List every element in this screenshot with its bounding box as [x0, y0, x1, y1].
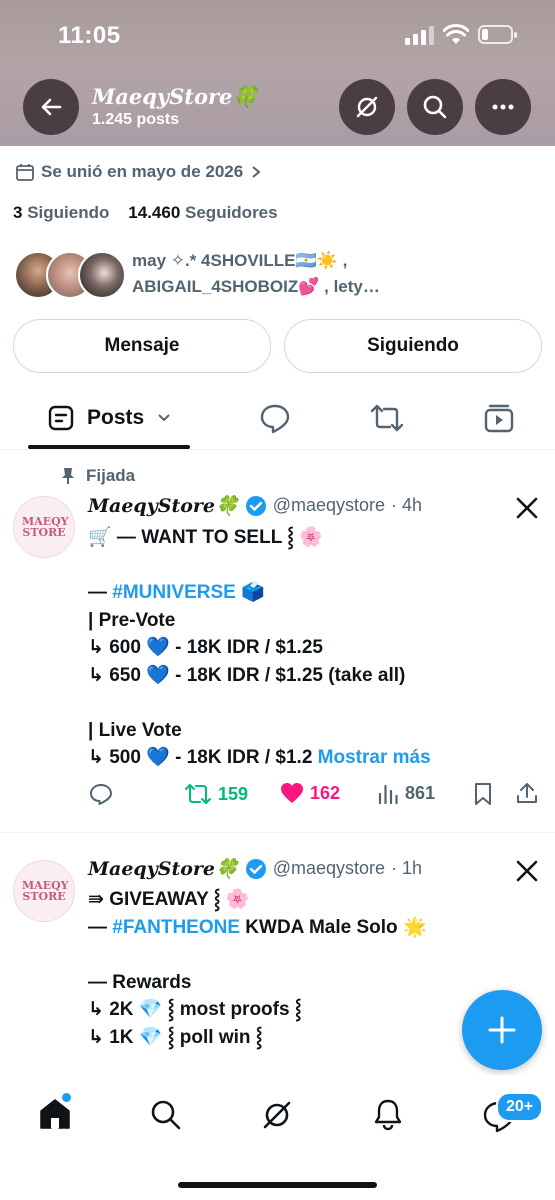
home-indicator: [178, 1182, 377, 1188]
tweet-time[interactable]: · 4h: [391, 495, 422, 516]
verified-badge-icon: [245, 495, 266, 516]
pin-icon: [62, 468, 74, 484]
tweet-line: | Pre-Vote: [88, 609, 176, 631]
more-options-button[interactable]: [475, 79, 531, 135]
tweet-line: ↳ 650 💙 - 18K IDR / $1.25 (take all): [88, 664, 406, 686]
views-count: 861: [405, 782, 436, 803]
tab-posts-label: Posts: [87, 406, 145, 429]
followed-by-line: may ✧.* 4SHOVILLE🇦🇷☀️ ,: [132, 251, 348, 270]
notification-dot: [62, 1093, 71, 1102]
reply-button[interactable]: [89, 782, 113, 806]
tweet-header: 𝑴𝒂𝒆𝒒𝒚𝑺𝒕𝒐𝒓𝒆🍀 @maeqystore · 1h: [88, 857, 422, 880]
tweet-pinned[interactable]: Fijada MAEQY STORE 𝑴𝒂𝒆𝒒𝒚𝑺𝒕𝒐𝒓𝒆🍀 @maeqysto…: [0, 450, 555, 830]
messages-badge: 20+: [496, 1092, 544, 1122]
retweet-count: 159: [218, 783, 249, 804]
avatar: [78, 251, 126, 299]
tab-reposts[interactable]: [370, 402, 404, 434]
followed-by-avatars[interactable]: [14, 251, 126, 299]
heart-icon: [281, 783, 303, 803]
tweet-line: ↳ 1K 💎 ⸾ poll win ⸾: [88, 1026, 263, 1048]
tweet-author-name[interactable]: 𝑴𝒂𝒆𝒒𝒚𝑺𝒕𝒐𝒓𝒆🍀: [88, 857, 239, 880]
views-button[interactable]: 861: [377, 782, 435, 804]
arrow-left-icon: [41, 98, 62, 116]
grok-button[interactable]: [339, 79, 395, 135]
tweet-line: — Rewards: [88, 971, 192, 993]
following-count: 3: [13, 203, 23, 222]
tweet-line: — #FANTHEONE KWDA Male Solo 🌟: [88, 916, 427, 938]
join-date[interactable]: Se unió en mayo de 2026: [15, 162, 263, 182]
tweet-avatar[interactable]: MAEQY STORE: [13, 496, 75, 558]
bookmark-button[interactable]: [473, 782, 493, 806]
tweet-line: ⇛ GIVEAWAY ⸾ 🌸: [88, 889, 250, 910]
nav-grok[interactable]: [260, 1098, 294, 1132]
show-more-link[interactable]: Mostrar más: [318, 747, 431, 768]
tweet-line: | Live Vote: [88, 719, 182, 741]
tweet-body: 🛒 — WANT TO SELL ⸾ 🌸 — #MUNIVERSE 🗳️ | P…: [88, 524, 431, 772]
header-title: 𝑴𝒂𝒆𝒒𝒚𝑺𝒕𝒐𝒓𝒆🍀: [92, 84, 259, 109]
tweet-handle[interactable]: @maeqystore: [273, 495, 385, 516]
hashtag-link[interactable]: #FANTHEONE: [112, 917, 240, 938]
tweet-body: ⇛ GIVEAWAY ⸾ 🌸 — #FANTHEONE KWDA Male So…: [88, 886, 427, 1051]
nav-notifications[interactable]: [372, 1098, 404, 1132]
pinned-label: Fijada: [86, 466, 136, 485]
verified-badge-icon: [245, 858, 266, 879]
avatar-text: MAEQY STORE: [22, 515, 69, 539]
tweet-line: ↳ 2K 💎 ⸾ most proofs ⸾: [88, 999, 302, 1020]
posts-tab-icon: [48, 405, 74, 431]
tweet-handle[interactable]: @maeqystore: [273, 858, 385, 879]
tab-media[interactable]: [483, 402, 515, 434]
status-time: 11:05: [58, 22, 121, 49]
like-button[interactable]: 162: [280, 782, 340, 804]
hashtag-link[interactable]: #MUNIVERSE: [112, 582, 236, 603]
message-button[interactable]: Mensaje: [13, 319, 271, 373]
search-button[interactable]: [407, 79, 463, 135]
nav-home[interactable]: [38, 1093, 72, 1136]
header-post-count: 1.245 posts: [92, 111, 180, 128]
tweet-line: ↳ 600 💙 - 18K IDR / $1.25: [88, 637, 323, 658]
x-logo-icon: [516, 860, 538, 882]
chevron-down-icon: [158, 414, 170, 422]
search-icon: [423, 95, 447, 119]
followers-link[interactable]: 14.460 Seguidores: [128, 203, 277, 222]
follow-stats: 3 Siguiendo 14.460 Seguidores: [13, 203, 278, 223]
following-button[interactable]: Siguiendo: [284, 319, 542, 373]
signal-icon: [405, 26, 434, 45]
retweet-icon: [185, 784, 211, 804]
join-date-text: Se unió en mayo de 2026: [41, 162, 244, 181]
followers-label: Seguidores: [185, 203, 278, 222]
x-logo-icon: [516, 497, 538, 519]
followed-by-text[interactable]: may ✧.* 4SHOVILLE🇦🇷☀️ , ABIGAIL_4SHOBOIZ…: [132, 248, 380, 300]
nav-search[interactable]: [150, 1099, 182, 1131]
tweet-line: 🛒 — WANT TO SELL ⸾ 🌸: [88, 527, 323, 548]
following-label: Siguiendo: [27, 203, 110, 222]
tab-posts[interactable]: Posts: [47, 404, 172, 432]
avatar-text: MAEQY STORE: [22, 879, 69, 903]
grok-icon: [356, 96, 378, 118]
tweet-line: ↳ 500 💙 - 18K IDR / $1.2 Mostrar más: [88, 747, 431, 768]
followers-count: 14.460: [128, 203, 181, 222]
tweet-line: — #MUNIVERSE 🗳️: [88, 582, 265, 603]
home-icon: [40, 1099, 70, 1129]
tweet-time[interactable]: · 1h: [391, 858, 422, 879]
like-count: 162: [310, 782, 341, 803]
share-button[interactable]: [515, 781, 539, 805]
tweet-header: 𝑴𝒂𝒆𝒒𝒚𝑺𝒕𝒐𝒓𝒆🍀 @maeqystore · 4h: [88, 494, 422, 517]
wifi-icon: [443, 24, 469, 44]
tweet-author-name[interactable]: 𝑴𝒂𝒆𝒒𝒚𝑺𝒕𝒐𝒓𝒆🍀: [88, 494, 239, 517]
pinned-indicator: Fijada: [60, 466, 135, 486]
battery-icon: [478, 25, 517, 44]
plus-icon: [488, 1016, 516, 1044]
followed-by-line: ABIGAIL_4SHOBOIZ💕 , lety…: [132, 277, 380, 296]
tab-replies[interactable]: [259, 402, 291, 434]
more-icon: [492, 104, 514, 110]
views-icon: [378, 784, 398, 804]
chevron-right-icon: [252, 166, 261, 178]
retweet-button[interactable]: 159: [184, 782, 248, 806]
compose-button[interactable]: [462, 990, 542, 1070]
back-button[interactable]: [23, 79, 79, 135]
following-link[interactable]: 3 Siguiendo: [13, 203, 109, 222]
calendar-icon: [16, 164, 34, 181]
tweet-avatar[interactable]: MAEQY STORE: [13, 860, 75, 922]
